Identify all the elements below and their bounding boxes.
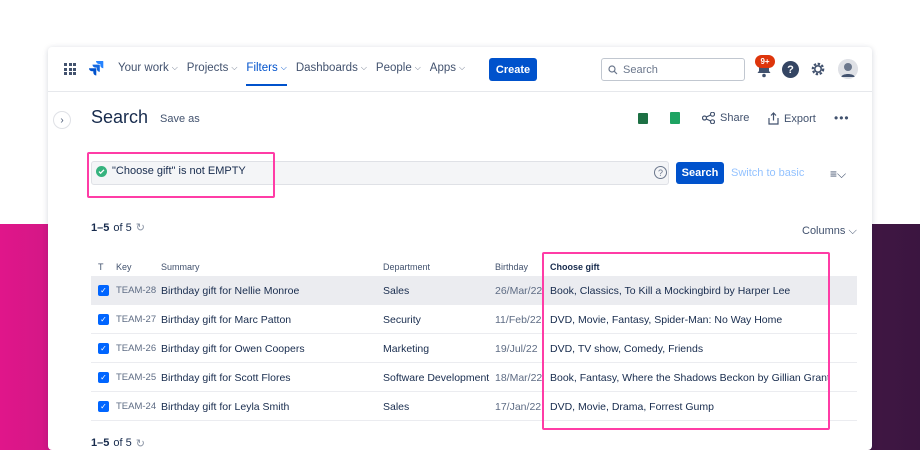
- search-button[interactable]: Search: [676, 162, 724, 184]
- chevron-down-icon: ⌵: [414, 63, 421, 72]
- issue-summary[interactable]: Birthday gift for Owen Coopers: [161, 343, 305, 355]
- count-range: 1–5: [91, 221, 110, 234]
- google-sheets-icon[interactable]: [670, 112, 680, 124]
- issue-summary[interactable]: Birthday gift for Nellie Monroe: [161, 285, 299, 297]
- issue-birthday: 18/Mar/22: [495, 372, 543, 384]
- nav-dashboards[interactable]: Dashboards ⌵: [296, 62, 367, 74]
- issue-key[interactable]: TEAM-24: [116, 401, 156, 412]
- user-avatar-icon: [838, 59, 858, 79]
- nav-label: Apps: [429, 62, 457, 74]
- issue-birthday: 17/Jan/22: [495, 401, 542, 413]
- chevron-down-icon: ⌵: [360, 63, 367, 72]
- issue-department: Marketing: [383, 343, 430, 355]
- nav-label: Filters: [246, 62, 278, 74]
- nav-your-work[interactable]: Your work ⌵: [118, 62, 178, 74]
- checkbox-icon[interactable]: ✓: [98, 343, 109, 354]
- issue-birthday: 26/Mar/22: [495, 285, 543, 297]
- issue-key[interactable]: TEAM-27: [116, 314, 156, 325]
- issue-birthday: 19/Jul/22: [495, 343, 538, 355]
- jql-help-icon[interactable]: ?: [654, 166, 667, 179]
- export-label: Export: [784, 112, 816, 125]
- chevron-down-icon: ⌵: [171, 63, 178, 72]
- issue-summary[interactable]: Birthday gift for Marc Patton: [161, 314, 291, 326]
- issue-key[interactable]: TEAM-25: [116, 372, 156, 383]
- chevron-down-icon: ⌵: [231, 63, 238, 72]
- page-title: Search: [91, 107, 149, 127]
- share-label: Share: [720, 112, 750, 124]
- count-range: 1–5: [91, 437, 110, 449]
- results-count: 1–5 of 5 ↻: [91, 221, 145, 235]
- count-total: of 5: [113, 221, 132, 234]
- app-switcher-icon[interactable]: [64, 63, 76, 75]
- export-icon: [768, 112, 779, 125]
- checkbox-icon[interactable]: ✓: [98, 285, 109, 296]
- checkbox-icon[interactable]: ✓: [98, 372, 109, 383]
- issue-summary[interactable]: Birthday gift for Leyla Smith: [161, 401, 289, 413]
- issue-summary[interactable]: Birthday gift for Scott Flores: [161, 372, 291, 384]
- nav-people[interactable]: People ⌵: [376, 62, 421, 74]
- share-icon: [702, 112, 715, 124]
- view-menu-icon[interactable]: ≡⌵: [830, 167, 846, 182]
- avatar[interactable]: [838, 59, 858, 79]
- notification-badge: 9+: [755, 55, 775, 68]
- help-icon[interactable]: ?: [782, 61, 799, 78]
- nav-label: Dashboards: [295, 62, 358, 74]
- jira-logo-icon[interactable]: [88, 60, 104, 78]
- header-summary[interactable]: Summary: [161, 262, 200, 272]
- global-search-input[interactable]: Search: [601, 58, 745, 81]
- checkbox-icon[interactable]: ✓: [98, 314, 109, 325]
- nav-label: Projects: [186, 62, 229, 74]
- nav-menu: Your work ⌵ Projects ⌵ Filters ⌵ Dashboards…: [118, 62, 474, 86]
- header-department[interactable]: Department: [383, 262, 430, 272]
- highlight-box-query: [87, 152, 275, 198]
- count-total: of 5: [113, 437, 132, 449]
- header-key[interactable]: Key: [116, 262, 132, 272]
- issue-key[interactable]: TEAM-28: [116, 285, 156, 296]
- nav-projects[interactable]: Projects ⌵: [187, 62, 238, 74]
- chevron-down-icon: ⌵: [280, 63, 287, 72]
- issue-key[interactable]: TEAM-26: [116, 343, 156, 354]
- chevron-down-icon: ⌵: [459, 63, 466, 72]
- checkbox-icon[interactable]: ✓: [98, 401, 109, 412]
- save-as-button[interactable]: Save as: [160, 113, 200, 125]
- share-button[interactable]: Share: [702, 112, 749, 124]
- refresh-icon[interactable]: ↻: [136, 437, 145, 450]
- columns-button[interactable]: Columns ⌵: [802, 225, 857, 238]
- header-type[interactable]: T: [98, 262, 104, 272]
- switch-to-basic-link[interactable]: Switch to basic: [731, 167, 804, 179]
- issue-department: Sales: [383, 401, 410, 413]
- refresh-icon[interactable]: ↻: [136, 221, 145, 234]
- search-placeholder: Search: [623, 63, 658, 76]
- gear-icon[interactable]: [809, 60, 827, 78]
- more-actions-icon[interactable]: •••: [834, 111, 850, 125]
- results-count-bottom: 1–5 of 5 ↻: [91, 437, 145, 450]
- nav-filters[interactable]: Filters ⌵: [246, 62, 288, 86]
- nav-apps[interactable]: Apps ⌵: [430, 62, 465, 74]
- nav-label: Your work: [118, 62, 169, 74]
- excel-icon[interactable]: [638, 113, 648, 124]
- search-icon: [608, 64, 618, 74]
- export-button[interactable]: Export: [768, 112, 816, 125]
- issue-birthday: 11/Feb/22: [495, 314, 542, 326]
- header-birthday[interactable]: Birthday: [495, 262, 528, 272]
- issue-department: Sales: [383, 285, 410, 297]
- issue-department: Security: [383, 314, 421, 326]
- highlight-box-gift-column: [542, 252, 830, 430]
- top-navigation: Your work ⌵ Projects ⌵ Filters ⌵ Dashboards…: [48, 47, 872, 92]
- sidebar-expand-button[interactable]: ›: [53, 111, 71, 129]
- create-button[interactable]: Create: [489, 58, 537, 81]
- issue-department: Software Development: [383, 372, 490, 384]
- nav-label: People: [375, 62, 412, 74]
